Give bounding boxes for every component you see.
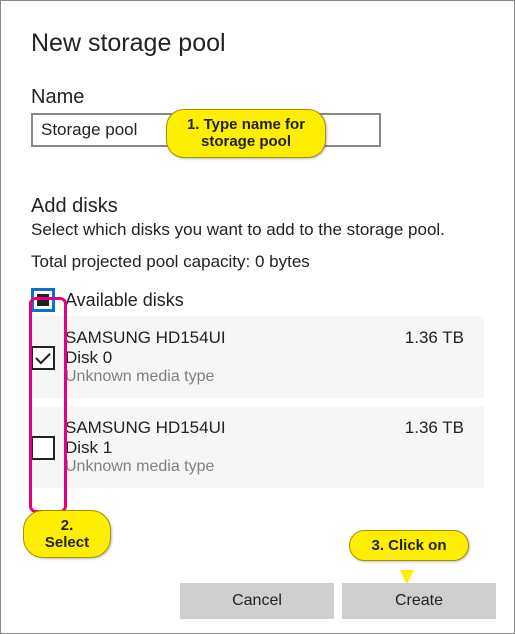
disk-name: Disk 1 bbox=[65, 438, 394, 458]
select-all-checkbox[interactable] bbox=[31, 288, 55, 312]
disk-model: SAMSUNG HD154UI bbox=[65, 418, 394, 438]
annotation-step-2: 2. Select bbox=[23, 510, 111, 559]
annotation-tail-icon bbox=[400, 570, 414, 584]
create-button[interactable]: Create bbox=[342, 583, 496, 619]
disk-info: SAMSUNG HD154UI Disk 0 Unknown media typ… bbox=[65, 328, 394, 386]
disk-group: Available disks SAMSUNG HD154UI Disk 0 U… bbox=[31, 284, 484, 488]
annotation-step-1: 1. Type name for storage pool bbox=[166, 109, 326, 158]
button-row: Cancel Create bbox=[180, 583, 496, 619]
disk-media: Unknown media type bbox=[65, 368, 394, 386]
disk-row[interactable]: SAMSUNG HD154UI Disk 1 Unknown media typ… bbox=[31, 406, 484, 488]
add-disks-help: Select which disks you want to add to th… bbox=[31, 220, 484, 240]
disk-media: Unknown media type bbox=[65, 458, 394, 476]
indeterminate-icon bbox=[37, 294, 49, 306]
capacity-label: Total projected pool capacity: bbox=[31, 252, 250, 271]
disk-size: 1.36 TB bbox=[394, 418, 464, 438]
group-title: Available disks bbox=[65, 290, 184, 311]
cancel-button[interactable]: Cancel bbox=[180, 583, 334, 619]
disk-model: SAMSUNG HD154UI bbox=[65, 328, 394, 348]
disk-row[interactable]: SAMSUNG HD154UI Disk 0 Unknown media typ… bbox=[31, 316, 484, 398]
capacity-text: Total projected pool capacity: 0 bytes bbox=[31, 252, 484, 272]
disk-checkbox[interactable] bbox=[31, 436, 55, 460]
disk-name: Disk 0 bbox=[65, 348, 394, 368]
disk-checkbox[interactable] bbox=[31, 346, 55, 370]
add-disks-heading: Add disks bbox=[31, 195, 484, 218]
capacity-value: 0 bytes bbox=[255, 252, 310, 271]
name-label: Name bbox=[31, 86, 484, 109]
page-title: New storage pool bbox=[31, 29, 484, 58]
disk-group-header[interactable]: Available disks bbox=[31, 284, 484, 316]
disk-info: SAMSUNG HD154UI Disk 1 Unknown media typ… bbox=[65, 418, 394, 476]
annotation-step-3: 3. Click on bbox=[349, 530, 469, 561]
dialog-panel: New storage pool Name Add disks Select w… bbox=[1, 1, 514, 488]
disk-size: 1.36 TB bbox=[394, 328, 464, 348]
